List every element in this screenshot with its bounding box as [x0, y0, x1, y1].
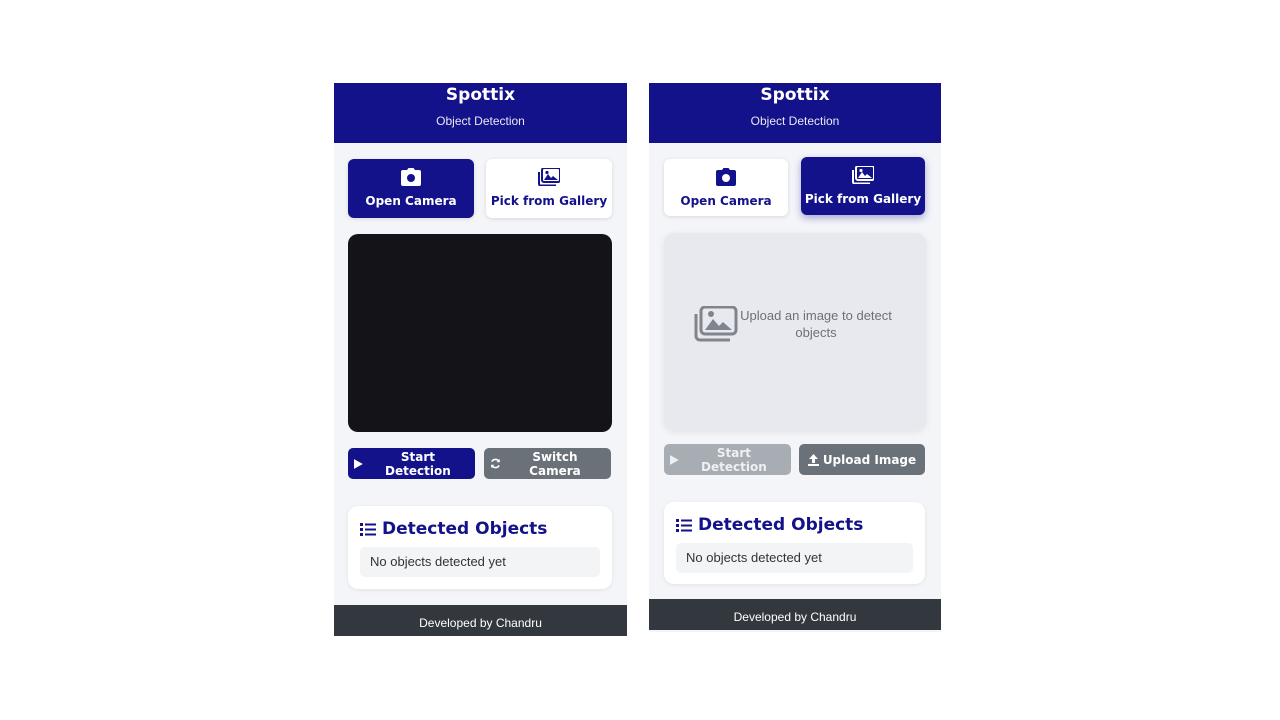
switch-camera-button[interactable]: Switch Camera [484, 448, 611, 479]
pick-from-gallery-label: Pick from Gallery [804, 192, 922, 206]
upload-image-label: Upload Image [822, 452, 917, 467]
pick-from-gallery-label: Pick from Gallery [490, 194, 608, 208]
camera-icon [716, 168, 736, 186]
app-title: Spottix [445, 85, 516, 105]
app-subtitle: Object Detection [750, 114, 840, 128]
gallery-mode-screen: Spottix Object Detection Open Camera Pic… [649, 83, 941, 632]
switch-camera-label: Switch Camera [529, 449, 581, 478]
detected-objects-heading: Detected Objects [676, 515, 863, 535]
image-upload-area[interactable]: Upload an image to detect objects [664, 233, 926, 430]
pick-from-gallery-tab[interactable]: Pick from Gallery [801, 157, 925, 215]
detected-objects-title: Detected Objects [382, 519, 548, 539]
play-icon [354, 458, 363, 469]
app-subtitle: Object Detection [436, 114, 525, 128]
open-camera-tab[interactable]: Open Camera [348, 159, 474, 218]
footer: Developed by Chandru [649, 599, 941, 630]
upload-icon [807, 453, 819, 466]
images-icon [852, 166, 874, 184]
camera-icon [401, 168, 421, 186]
images-icon [538, 168, 560, 186]
play-icon [670, 454, 679, 465]
detected-objects-heading: Detected Objects [360, 519, 547, 539]
no-objects-message: No objects detected yet [360, 547, 600, 577]
no-objects-message: No objects detected yet [676, 543, 913, 573]
images-icon [694, 306, 738, 342]
camera-mode-screen: Spottix Object Detection Open Camera Pic… [334, 83, 627, 636]
detected-objects-card: Detected Objects No objects detected yet [348, 506, 612, 589]
start-detection-button[interactable]: Start Detection [348, 448, 475, 479]
list-icon [676, 518, 692, 532]
footer: Developed by Chandru [334, 605, 627, 636]
detected-objects-card: Detected Objects No objects detected yet [664, 502, 925, 584]
sync-icon [491, 458, 500, 469]
app-title: Spottix [760, 85, 830, 105]
upload-image-button[interactable]: Upload Image [799, 444, 925, 475]
app-header: Spottix Object Detection [649, 83, 941, 143]
start-detection-label: Start Detection [385, 449, 451, 478]
start-detection-button[interactable]: Start Detection [664, 444, 791, 475]
list-icon [360, 522, 376, 536]
open-camera-label: Open Camera [365, 194, 457, 208]
footer-credit: Developed by Chandru [733, 610, 857, 624]
open-camera-label: Open Camera [680, 194, 772, 208]
app-header: Spottix Object Detection [334, 83, 627, 143]
footer-credit: Developed by Chandru [419, 616, 542, 630]
start-detection-label: Start Detection [701, 445, 767, 474]
camera-preview [348, 234, 612, 432]
open-camera-tab[interactable]: Open Camera [664, 159, 788, 216]
detected-objects-title: Detected Objects [698, 515, 864, 535]
upload-placeholder-text: Upload an image to detect objects [740, 308, 892, 340]
pick-from-gallery-tab[interactable]: Pick from Gallery [486, 159, 612, 218]
